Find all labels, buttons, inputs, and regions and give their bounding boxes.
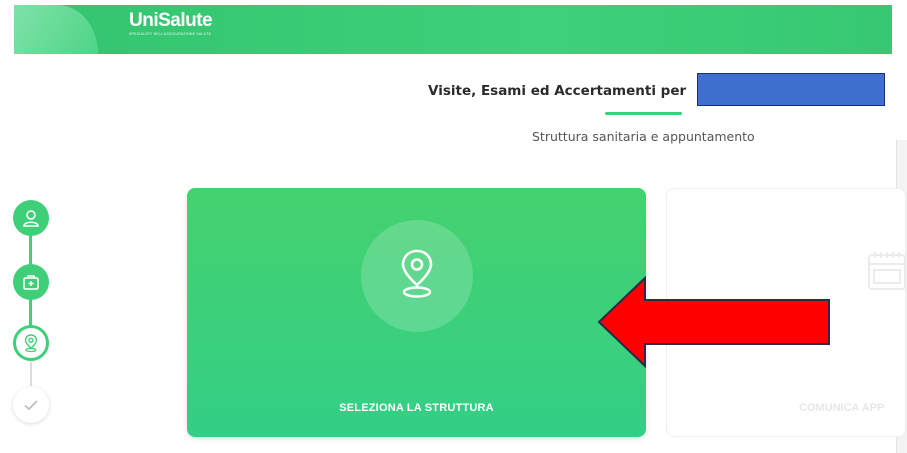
step-structure[interactable] <box>13 325 49 361</box>
page-title: Visite, Esami ed Accertamenti per <box>428 83 687 99</box>
location-pin-icon <box>401 249 433 298</box>
location-pin-icon <box>24 334 38 353</box>
logo-name: UniSalute <box>129 10 213 31</box>
step-services[interactable] <box>13 264 49 300</box>
logo-tagline: SPECIALISTI NELL'ASSICURAZIONE SALUTE <box>129 32 212 36</box>
header-bar: UniSalute SPECIALISTI NELL'ASSICURAZIONE… <box>14 5 892 54</box>
page-subtitle: Struttura sanitaria e appuntamento <box>532 129 755 144</box>
card-icon-circle <box>361 220 473 332</box>
step-confirm[interactable] <box>13 387 49 423</box>
stepper-connector <box>30 362 32 386</box>
redacted-name-box <box>697 73 885 106</box>
header-decoration <box>14 5 98 54</box>
user-icon <box>23 210 39 227</box>
check-icon <box>24 400 38 411</box>
stepper-connector <box>29 296 32 328</box>
step-personal-data[interactable] <box>13 200 49 236</box>
communicate-appointment-label: COMUNICA APP <box>799 402 885 414</box>
select-structure-label: SELEZIONA LA STRUTTURA <box>339 402 494 414</box>
page-title-row: Visite, Esami ed Accertamenti per <box>428 78 686 104</box>
calendar-icon <box>868 252 906 290</box>
medical-kit-icon <box>23 275 39 290</box>
unisalute-logo[interactable]: UniSalute SPECIALISTI NELL'ASSICURAZIONE… <box>129 10 213 37</box>
select-structure-card[interactable]: SELEZIONA LA STRUTTURA <box>187 188 646 437</box>
title-underline <box>605 112 682 115</box>
red-arrow-annotation <box>597 276 830 368</box>
